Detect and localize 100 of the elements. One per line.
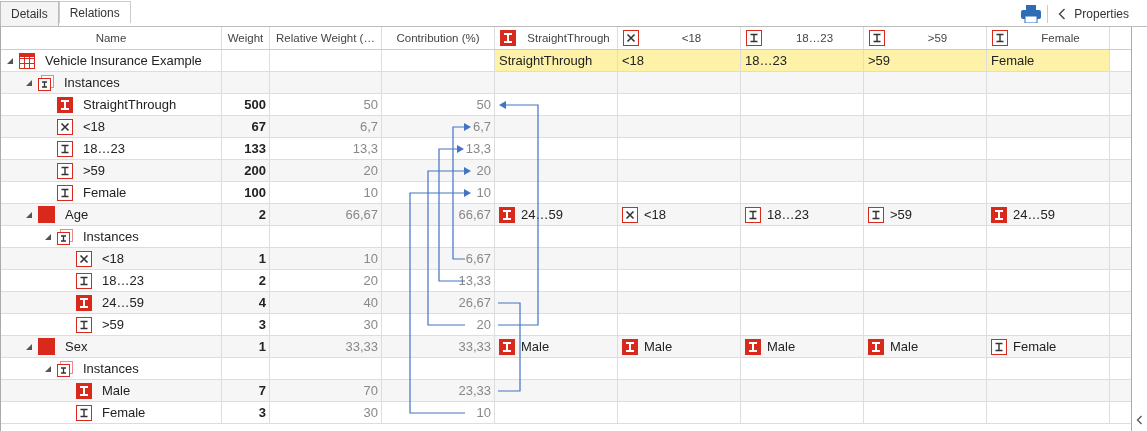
node-name[interactable]: <18 xyxy=(83,119,106,134)
contribution-value: 26,67 xyxy=(458,295,491,310)
instance-icon xyxy=(76,404,92,421)
column-header[interactable]: Relative Weight (… xyxy=(270,27,382,49)
weight-value: 67 xyxy=(251,119,266,134)
node-name[interactable]: 18…23 xyxy=(102,273,144,288)
contribution-value: 50 xyxy=(476,97,491,112)
relative-weight-value: 66,67 xyxy=(345,207,378,222)
contribution-value: 13,33 xyxy=(458,273,491,288)
instance-value: Male xyxy=(890,339,919,354)
node-name[interactable]: Female xyxy=(102,405,146,420)
relative-weight-value: 70 xyxy=(363,383,378,398)
weight-value: 7 xyxy=(258,383,266,398)
instance-value: <18 xyxy=(622,53,645,68)
instance-icon xyxy=(76,272,92,289)
relative-weight-value: 30 xyxy=(363,405,378,420)
relative-weight-value: 40 xyxy=(363,295,378,310)
instance-value: 24…59 xyxy=(1013,207,1055,222)
instance-icon xyxy=(57,184,73,201)
contribution-value: 6,67 xyxy=(465,251,491,266)
weight-value: 100 xyxy=(244,185,266,200)
node-name[interactable]: Vehicle Insurance Example xyxy=(45,53,202,68)
weight-value: 2 xyxy=(258,273,266,288)
contribution-value: 6,7 xyxy=(472,119,491,134)
chevron-left-icon[interactable] xyxy=(1136,415,1143,425)
instance-icon xyxy=(500,30,516,46)
weight-value: 3 xyxy=(258,405,266,420)
relative-weight-value: 33,33 xyxy=(345,339,378,354)
properties-button[interactable]: Properties xyxy=(1054,7,1129,21)
contribution-value: 10 xyxy=(476,405,491,420)
weight-value: 133 xyxy=(244,141,266,156)
node-name[interactable]: 24…59 xyxy=(102,295,144,310)
node-name[interactable]: 18…23 xyxy=(83,141,125,156)
column-header[interactable]: >59 xyxy=(864,27,987,49)
column-header[interactable]: Contribution (%) xyxy=(382,27,495,49)
tab[interactable]: Relations xyxy=(58,1,131,23)
instance-value: 18…23 xyxy=(745,53,787,68)
tab[interactable]: Details xyxy=(0,1,59,26)
instance-icon xyxy=(992,30,1008,46)
print-icon[interactable] xyxy=(1021,5,1042,23)
relative-weight-value: 6,7 xyxy=(359,119,378,134)
relative-weight-value: 10 xyxy=(363,251,378,266)
relative-weight-value: 13,3 xyxy=(352,141,378,156)
instance-value: <18 xyxy=(644,207,667,222)
weight-value: 1 xyxy=(258,251,266,266)
factor-icon xyxy=(38,206,55,223)
weight-value: 200 xyxy=(244,163,266,178)
instance-value: Male xyxy=(521,339,550,354)
instance-value: 24…59 xyxy=(521,207,563,222)
node-name[interactable]: StraightThrough xyxy=(83,97,177,112)
weight-value: 4 xyxy=(258,295,266,310)
factor-icon xyxy=(38,338,55,355)
column-header[interactable]: Name xyxy=(1,27,222,49)
column-header[interactable]: StraightThrough xyxy=(495,27,618,49)
instance-value: StraightThrough xyxy=(499,53,593,68)
contribution-value: 23,33 xyxy=(458,383,491,398)
excluded-instance-icon xyxy=(623,30,639,46)
contribution-value: 20 xyxy=(476,317,491,332)
instance-value: >59 xyxy=(890,207,913,222)
column-header[interactable]: Weight xyxy=(222,27,270,49)
instance-value: >59 xyxy=(868,53,891,68)
relative-weight-value: 20 xyxy=(363,273,378,288)
contribution-value: 13,3 xyxy=(465,141,491,156)
column-header[interactable]: <18 xyxy=(618,27,741,49)
instances-icon xyxy=(57,228,73,245)
instance-icon xyxy=(76,316,92,333)
node-name[interactable]: Sex xyxy=(65,339,88,354)
weight-value: 1 xyxy=(258,339,266,354)
column-header[interactable]: Female xyxy=(987,27,1110,49)
node-name[interactable]: >59 xyxy=(83,163,106,178)
node-name[interactable]: >59 xyxy=(102,317,125,332)
node-name[interactable]: Instances xyxy=(83,361,139,376)
instance-value: Male xyxy=(644,339,673,354)
weight-value: 500 xyxy=(244,97,266,112)
instance-value: 18…23 xyxy=(767,207,809,222)
node-name[interactable]: Age xyxy=(65,207,89,222)
instances-icon xyxy=(57,360,73,377)
instance-icon xyxy=(57,96,73,113)
chevron-left-icon xyxy=(1058,8,1067,20)
instance-icon xyxy=(57,140,73,157)
node-name[interactable]: Female xyxy=(83,185,127,200)
instance-value: Male xyxy=(767,339,796,354)
relative-weight-value: 50 xyxy=(363,97,378,112)
table-icon xyxy=(19,52,35,69)
contribution-value: 10 xyxy=(476,185,491,200)
relative-weight-value: 10 xyxy=(363,185,378,200)
contribution-value: 66,67 xyxy=(458,207,491,222)
instance-icon xyxy=(746,30,762,46)
instance-icon xyxy=(869,30,885,46)
column-header[interactable]: 18…23 xyxy=(741,27,864,49)
contribution-value: 20 xyxy=(476,163,491,178)
contribution-value: 33,33 xyxy=(458,339,491,354)
instance-value: Female xyxy=(1013,339,1057,354)
relative-weight-value: 30 xyxy=(363,317,378,332)
weight-value: 3 xyxy=(258,317,266,332)
node-name[interactable]: Instances xyxy=(64,75,120,90)
node-name[interactable]: <18 xyxy=(102,251,125,266)
node-name[interactable]: Instances xyxy=(83,229,139,244)
instance-value: Female xyxy=(991,53,1035,68)
node-name[interactable]: Male xyxy=(102,383,131,398)
